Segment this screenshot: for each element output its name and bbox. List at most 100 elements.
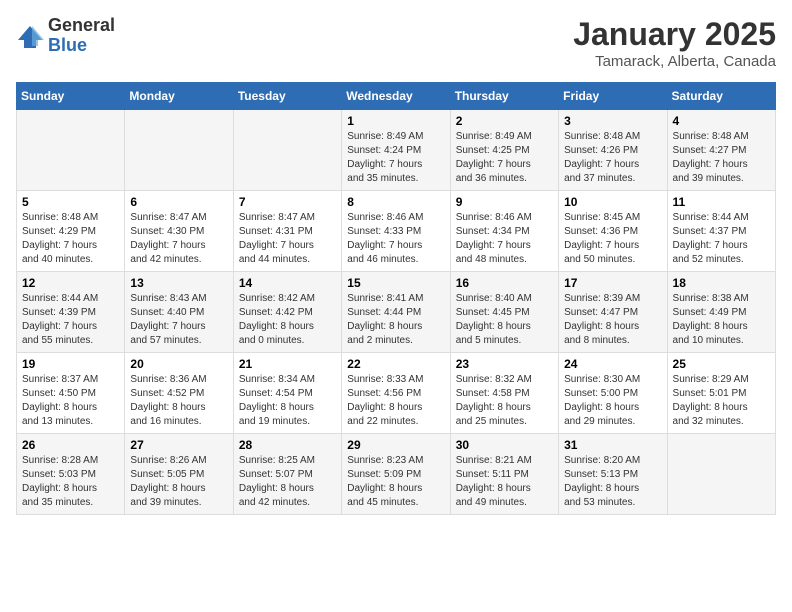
- calendar-cell-4-2: 28 Sunrise: 8:25 AM Sunset: 5:07 PM Dayli…: [233, 434, 341, 515]
- day-number: 25: [673, 357, 770, 371]
- day-content: Sunrise: 8:44 AM Sunset: 4:37 PM Dayligh…: [673, 211, 770, 267]
- month-title: January 2025: [573, 16, 776, 53]
- day-number: 2: [456, 114, 553, 128]
- day-number: 23: [456, 357, 553, 371]
- calendar-cell-1-5: 10 Sunrise: 8:45 AM Sunset: 4:36 PM Dayli…: [559, 191, 667, 272]
- calendar-week-2: 12 Sunrise: 8:44 AM Sunset: 4:39 PM Dayli…: [17, 272, 776, 353]
- calendar-cell-3-2: 21 Sunrise: 8:34 AM Sunset: 4:54 PM Dayli…: [233, 353, 341, 434]
- day-content: Sunrise: 8:46 AM Sunset: 4:33 PM Dayligh…: [347, 211, 444, 267]
- day-number: 5: [22, 195, 119, 209]
- calendar-cell-4-1: 27 Sunrise: 8:26 AM Sunset: 5:05 PM Dayli…: [125, 434, 233, 515]
- day-number: 19: [22, 357, 119, 371]
- calendar-table: Sunday Monday Tuesday Wednesday Thursday…: [16, 82, 776, 515]
- calendar-cell-0-4: 2 Sunrise: 8:49 AM Sunset: 4:25 PM Daylig…: [450, 110, 558, 191]
- day-content: Sunrise: 8:37 AM Sunset: 4:50 PM Dayligh…: [22, 373, 119, 429]
- calendar-cell-1-0: 5Sunrise: 8:48 AM Sunset: 4:29 PM Daylig…: [17, 191, 125, 272]
- weekday-wednesday: Wednesday: [342, 83, 450, 110]
- day-number: 13: [130, 276, 227, 290]
- calendar-cell-0-0: [17, 110, 125, 191]
- day-content: Sunrise: 8:44 AM Sunset: 4:39 PM Dayligh…: [22, 292, 119, 348]
- logo-icon: [16, 22, 44, 50]
- calendar-cell-2-0: 12 Sunrise: 8:44 AM Sunset: 4:39 PM Dayli…: [17, 272, 125, 353]
- day-content: Sunrise: 8:21 AM Sunset: 5:11 PM Dayligh…: [456, 454, 553, 510]
- calendar-cell-1-6: 11 Sunrise: 8:44 AM Sunset: 4:37 PM Dayli…: [667, 191, 775, 272]
- day-number: 29: [347, 438, 444, 452]
- day-number: 17: [564, 276, 661, 290]
- day-content: Sunrise: 8:26 AM Sunset: 5:05 PM Dayligh…: [130, 454, 227, 510]
- day-number: 8: [347, 195, 444, 209]
- calendar-cell-3-1: 20Sunrise: 8:36 AM Sunset: 4:52 PM Dayli…: [125, 353, 233, 434]
- day-content: Sunrise: 8:34 AM Sunset: 4:54 PM Dayligh…: [239, 373, 336, 429]
- weekday-friday: Friday: [559, 83, 667, 110]
- calendar-cell-0-1: [125, 110, 233, 191]
- weekday-monday: Monday: [125, 83, 233, 110]
- calendar-cell-1-4: 9 Sunrise: 8:46 AM Sunset: 4:34 PM Daylig…: [450, 191, 558, 272]
- weekday-sunday: Sunday: [17, 83, 125, 110]
- calendar-week-0: 1 Sunrise: 8:49 AM Sunset: 4:24 PM Daylig…: [17, 110, 776, 191]
- day-number: 16: [456, 276, 553, 290]
- day-content: Sunrise: 8:45 AM Sunset: 4:36 PM Dayligh…: [564, 211, 661, 267]
- day-number: 30: [456, 438, 553, 452]
- page-header: General Blue January 2025 Tamarack, Albe…: [16, 16, 776, 70]
- logo-blue-text: Blue: [48, 35, 87, 55]
- day-number: 28: [239, 438, 336, 452]
- logo: General Blue: [16, 16, 115, 56]
- day-number: 3: [564, 114, 661, 128]
- day-content: Sunrise: 8:23 AM Sunset: 5:09 PM Dayligh…: [347, 454, 444, 510]
- day-content: Sunrise: 8:42 AM Sunset: 4:42 PM Dayligh…: [239, 292, 336, 348]
- day-content: Sunrise: 8:47 AM Sunset: 4:30 PM Dayligh…: [130, 211, 227, 267]
- day-content: Sunrise: 8:30 AM Sunset: 5:00 PM Dayligh…: [564, 373, 661, 429]
- calendar-cell-2-1: 13 Sunrise: 8:43 AM Sunset: 4:40 PM Dayli…: [125, 272, 233, 353]
- day-number: 12: [22, 276, 119, 290]
- day-content: Sunrise: 8:33 AM Sunset: 4:56 PM Dayligh…: [347, 373, 444, 429]
- calendar-cell-2-2: 14 Sunrise: 8:42 AM Sunset: 4:42 PM Dayli…: [233, 272, 341, 353]
- day-number: 22: [347, 357, 444, 371]
- day-number: 31: [564, 438, 661, 452]
- calendar-cell-3-0: 19 Sunrise: 8:37 AM Sunset: 4:50 PM Dayli…: [17, 353, 125, 434]
- day-number: 9: [456, 195, 553, 209]
- calendar-cell-1-1: 6 Sunrise: 8:47 AM Sunset: 4:30 PM Daylig…: [125, 191, 233, 272]
- day-content: Sunrise: 8:29 AM Sunset: 5:01 PM Dayligh…: [673, 373, 770, 429]
- calendar-cell-2-4: 16 Sunrise: 8:40 AM Sunset: 4:45 PM Dayli…: [450, 272, 558, 353]
- day-number: 26: [22, 438, 119, 452]
- calendar-cell-4-6: [667, 434, 775, 515]
- day-number: 11: [673, 195, 770, 209]
- day-number: 24: [564, 357, 661, 371]
- calendar-body: 1 Sunrise: 8:49 AM Sunset: 4:24 PM Daylig…: [17, 110, 776, 515]
- day-content: Sunrise: 8:38 AM Sunset: 4:49 PM Dayligh…: [673, 292, 770, 348]
- calendar-cell-2-3: 15Sunrise: 8:41 AM Sunset: 4:44 PM Dayli…: [342, 272, 450, 353]
- calendar-cell-4-3: 29 Sunrise: 8:23 AM Sunset: 5:09 PM Dayli…: [342, 434, 450, 515]
- day-content: Sunrise: 8:46 AM Sunset: 4:34 PM Dayligh…: [456, 211, 553, 267]
- calendar-cell-3-3: 22 Sunrise: 8:33 AM Sunset: 4:56 PM Dayli…: [342, 353, 450, 434]
- day-number: 1: [347, 114, 444, 128]
- day-number: 7: [239, 195, 336, 209]
- day-content: Sunrise: 8:25 AM Sunset: 5:07 PM Dayligh…: [239, 454, 336, 510]
- calendar-cell-4-0: 26 Sunrise: 8:28 AM Sunset: 5:03 PM Dayli…: [17, 434, 125, 515]
- day-content: Sunrise: 8:49 AM Sunset: 4:24 PM Dayligh…: [347, 130, 444, 186]
- day-content: Sunrise: 8:28 AM Sunset: 5:03 PM Dayligh…: [22, 454, 119, 510]
- day-number: 27: [130, 438, 227, 452]
- day-number: 15: [347, 276, 444, 290]
- weekday-tuesday: Tuesday: [233, 83, 341, 110]
- day-content: Sunrise: 8:20 AM Sunset: 5:13 PM Dayligh…: [564, 454, 661, 510]
- day-content: Sunrise: 8:43 AM Sunset: 4:40 PM Dayligh…: [130, 292, 227, 348]
- day-number: 10: [564, 195, 661, 209]
- calendar-cell-0-2: [233, 110, 341, 191]
- location-text: Tamarack, Alberta, Canada: [573, 53, 776, 70]
- weekday-row: Sunday Monday Tuesday Wednesday Thursday…: [17, 83, 776, 110]
- logo-general-text: General: [48, 15, 115, 35]
- calendar-week-1: 5Sunrise: 8:48 AM Sunset: 4:29 PM Daylig…: [17, 191, 776, 272]
- calendar-cell-0-6: 4Sunrise: 8:48 AM Sunset: 4:27 PM Daylig…: [667, 110, 775, 191]
- day-content: Sunrise: 8:40 AM Sunset: 4:45 PM Dayligh…: [456, 292, 553, 348]
- day-number: 18: [673, 276, 770, 290]
- day-number: 6: [130, 195, 227, 209]
- day-content: Sunrise: 8:47 AM Sunset: 4:31 PM Dayligh…: [239, 211, 336, 267]
- day-content: Sunrise: 8:39 AM Sunset: 4:47 PM Dayligh…: [564, 292, 661, 348]
- day-number: 21: [239, 357, 336, 371]
- day-content: Sunrise: 8:32 AM Sunset: 4:58 PM Dayligh…: [456, 373, 553, 429]
- calendar-cell-3-4: 23 Sunrise: 8:32 AM Sunset: 4:58 PM Dayli…: [450, 353, 558, 434]
- day-content: Sunrise: 8:49 AM Sunset: 4:25 PM Dayligh…: [456, 130, 553, 186]
- calendar-cell-4-4: 30 Sunrise: 8:21 AM Sunset: 5:11 PM Dayli…: [450, 434, 558, 515]
- calendar-cell-3-5: 24 Sunrise: 8:30 AM Sunset: 5:00 PM Dayli…: [559, 353, 667, 434]
- day-number: 14: [239, 276, 336, 290]
